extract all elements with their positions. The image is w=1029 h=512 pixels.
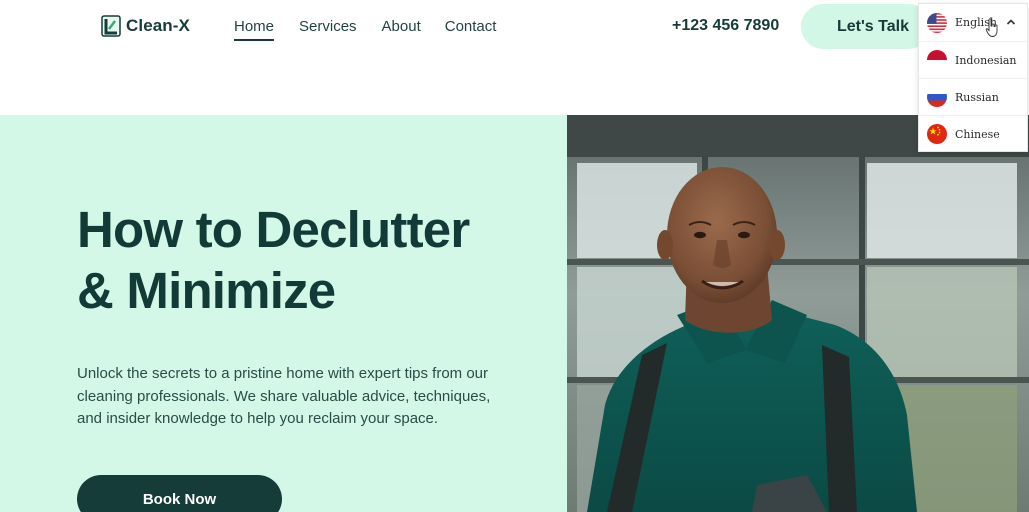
us-flag-icon: [927, 12, 947, 33]
chevron-up-icon[interactable]: [1005, 16, 1017, 28]
language-option-chinese[interactable]: Chinese: [919, 115, 1027, 152]
nav-about[interactable]: About: [382, 18, 421, 41]
language-option-russian[interactable]: Russian: [919, 78, 1027, 115]
brand-name: Clean-X: [126, 16, 190, 35]
hand-cursor-icon: [985, 18, 998, 37]
book-now-button[interactable]: Book Now: [77, 475, 282, 512]
nav-contact[interactable]: Contact: [445, 18, 497, 41]
main-nav: Home Services About Contact: [234, 18, 496, 41]
nav-services[interactable]: Services: [299, 18, 357, 41]
language-option-english[interactable]: English: [919, 4, 1027, 41]
language-label-indonesian: Indonesian: [955, 53, 1017, 67]
language-dropdown: English Indonesian Russian Chinese: [918, 3, 1028, 152]
language-option-indonesian[interactable]: Indonesian: [919, 41, 1027, 78]
language-label-chinese: Chinese: [955, 127, 1000, 141]
phone-link[interactable]: +123 456 7890: [672, 17, 779, 35]
hero-title-line-2: & Minimize: [77, 262, 336, 319]
logo-icon: [101, 15, 121, 37]
smiling-cleaner-photo: [567, 115, 1029, 512]
hero-section: How to Declutter & Minimize Unlock the s…: [0, 115, 567, 512]
indonesia-flag-icon: [927, 50, 947, 70]
russia-flag-icon: [927, 87, 947, 107]
hero-title-line-1: How to Declutter: [77, 201, 470, 258]
hero-description: Unlock the secrets to a pristine home wi…: [77, 365, 491, 427]
language-label-russian: Russian: [955, 90, 999, 104]
brand-logo[interactable]: Clean-X: [101, 15, 190, 37]
hero-title: How to Declutter & Minimize: [77, 199, 547, 321]
nav-home[interactable]: Home: [234, 18, 275, 41]
hero-image: [567, 115, 1029, 512]
site-header: Clean-X Home Services About Contact +123…: [0, 0, 1029, 115]
china-flag-icon: [927, 124, 947, 144]
lets-talk-button[interactable]: Let's Talk: [801, 4, 931, 49]
